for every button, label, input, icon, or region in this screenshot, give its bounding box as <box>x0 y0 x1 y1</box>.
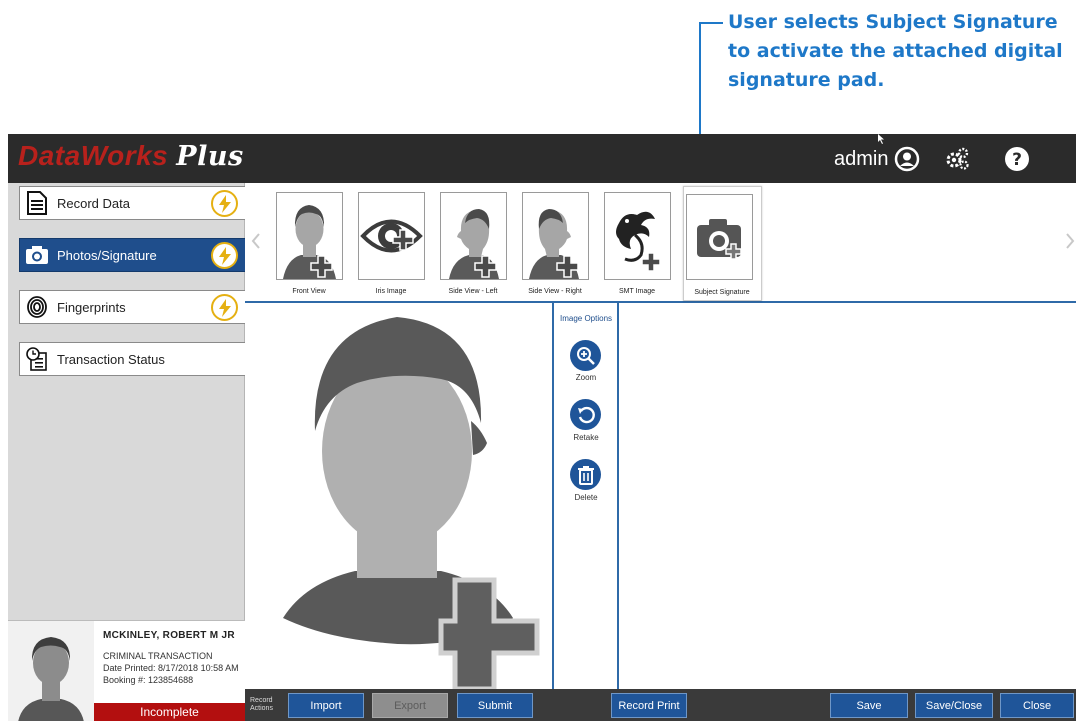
zoom-button[interactable] <box>570 340 601 371</box>
thumb-smt-image[interactable] <box>604 192 671 280</box>
lightning-icon <box>211 294 238 321</box>
thumb-label: Iris Image <box>375 288 407 295</box>
options-left-divider <box>552 303 554 689</box>
delete-button[interactable] <box>570 459 601 490</box>
nav-record-data[interactable]: Record Data <box>19 186 247 220</box>
app-logo: DataWorks Plus <box>18 140 244 172</box>
lightning-icon <box>211 242 238 269</box>
clock-list-icon <box>25 347 49 371</box>
user-name: admin <box>834 147 889 170</box>
image-thumbnail-strip: Front View Iris Image Side View - Left S… <box>245 183 1076 303</box>
delete-label: Delete <box>574 493 598 502</box>
subject-name: MCKINLEY, ROBERT M JR <box>103 630 235 641</box>
nav-label: Transaction Status <box>57 351 165 367</box>
fingerprint-icon <box>25 295 49 319</box>
nav-photos-signature[interactable]: Photos/Signature <box>19 238 247 272</box>
nav-label: Fingerprints <box>57 299 126 315</box>
nav-label: Photos/Signature <box>57 247 157 263</box>
export-button[interactable]: Export <box>372 693 448 718</box>
eye-icon <box>360 219 423 253</box>
record-actions-toolbar: Record Actions Import Export Submit Reco… <box>245 689 1076 721</box>
nav-transaction-status[interactable]: Transaction Status <box>19 342 247 376</box>
scroll-right-arrow-icon[interactable] <box>1065 233 1075 249</box>
thumb-label: Front View <box>292 288 326 295</box>
thumb-side-view-left[interactable] <box>440 192 507 280</box>
date-printed: Date Printed: 8/17/2018 10:58 AM <box>103 663 239 673</box>
record-print-button[interactable]: Record Print <box>611 693 687 718</box>
logo-plus: Plus <box>176 141 244 172</box>
scroll-left-arrow-icon[interactable] <box>251 233 261 249</box>
thumb-label: Side View - Right <box>528 288 582 295</box>
profile-right-icon <box>529 209 579 279</box>
app-header: DataWorks Plus admin ? <box>8 134 1076 183</box>
booking-number: Booking #: 123854688 <box>103 675 194 685</box>
subject-photo-thumbnail <box>8 621 94 721</box>
thumb-iris-image[interactable] <box>358 192 425 280</box>
thumb-label: Side View - Left <box>448 288 498 295</box>
close-button[interactable]: Close <box>1000 693 1074 718</box>
image-options-title: Image Options <box>559 314 613 323</box>
user-menu[interactable]: admin <box>834 146 920 172</box>
camera-icon <box>25 243 49 267</box>
transaction-type: CRIMINAL TRANSACTION <box>103 651 213 661</box>
thumb-label: SMT Image <box>618 288 656 295</box>
logo-main: DataWorks <box>18 140 169 171</box>
thumb-side-view-right[interactable] <box>522 192 589 280</box>
save-button[interactable]: Save <box>830 693 908 718</box>
image-options-panel: Image Options Zoom Retake Delete <box>555 303 617 689</box>
submit-button[interactable]: Submit <box>457 693 533 718</box>
retake-button[interactable] <box>570 399 601 430</box>
camera-icon <box>697 219 742 260</box>
thumb-front-view[interactable] <box>276 192 343 280</box>
profile-left-icon <box>449 209 499 279</box>
front-face-icon <box>283 205 336 279</box>
save-close-button[interactable]: Save/Close <box>915 693 993 718</box>
svg-text:?: ? <box>1012 150 1022 170</box>
callout-text: User selects Subject Signature to activa… <box>728 11 1063 91</box>
status-badge: Incomplete <box>94 703 245 721</box>
lightning-icon <box>211 190 238 217</box>
callout-connector-horizontal <box>699 22 723 24</box>
record-actions-label: Record Actions <box>250 697 273 712</box>
nav-label: Record Data <box>57 195 130 211</box>
trash-icon <box>577 465 594 485</box>
document-icon <box>25 191 49 215</box>
dragon-icon <box>616 211 661 272</box>
help-icon[interactable]: ? <box>1004 146 1030 172</box>
thumb-label: Subject Signature <box>694 289 750 296</box>
record-summary-card: MCKINLEY, ROBERT M JR CRIMINAL TRANSACTI… <box>8 620 245 721</box>
settings-gears-icon[interactable] <box>944 146 970 172</box>
import-button[interactable]: Import <box>288 693 364 718</box>
mouse-cursor-icon <box>878 134 884 144</box>
nav-fingerprints[interactable]: Fingerprints <box>19 290 247 324</box>
options-right-divider <box>617 303 619 689</box>
retake-label: Retake <box>573 433 599 442</box>
user-avatar-icon <box>895 146 920 172</box>
zoom-icon <box>576 346 595 365</box>
thumb-subject-signature[interactable] <box>686 194 753 280</box>
left-nav-panel: Record Data Photos/Signature Fingerprint… <box>8 183 247 721</box>
zoom-label: Zoom <box>575 373 597 382</box>
front-view-placeholder[interactable] <box>245 303 553 692</box>
retake-icon <box>577 406 595 423</box>
add-photo-silhouette-icon <box>283 317 540 692</box>
